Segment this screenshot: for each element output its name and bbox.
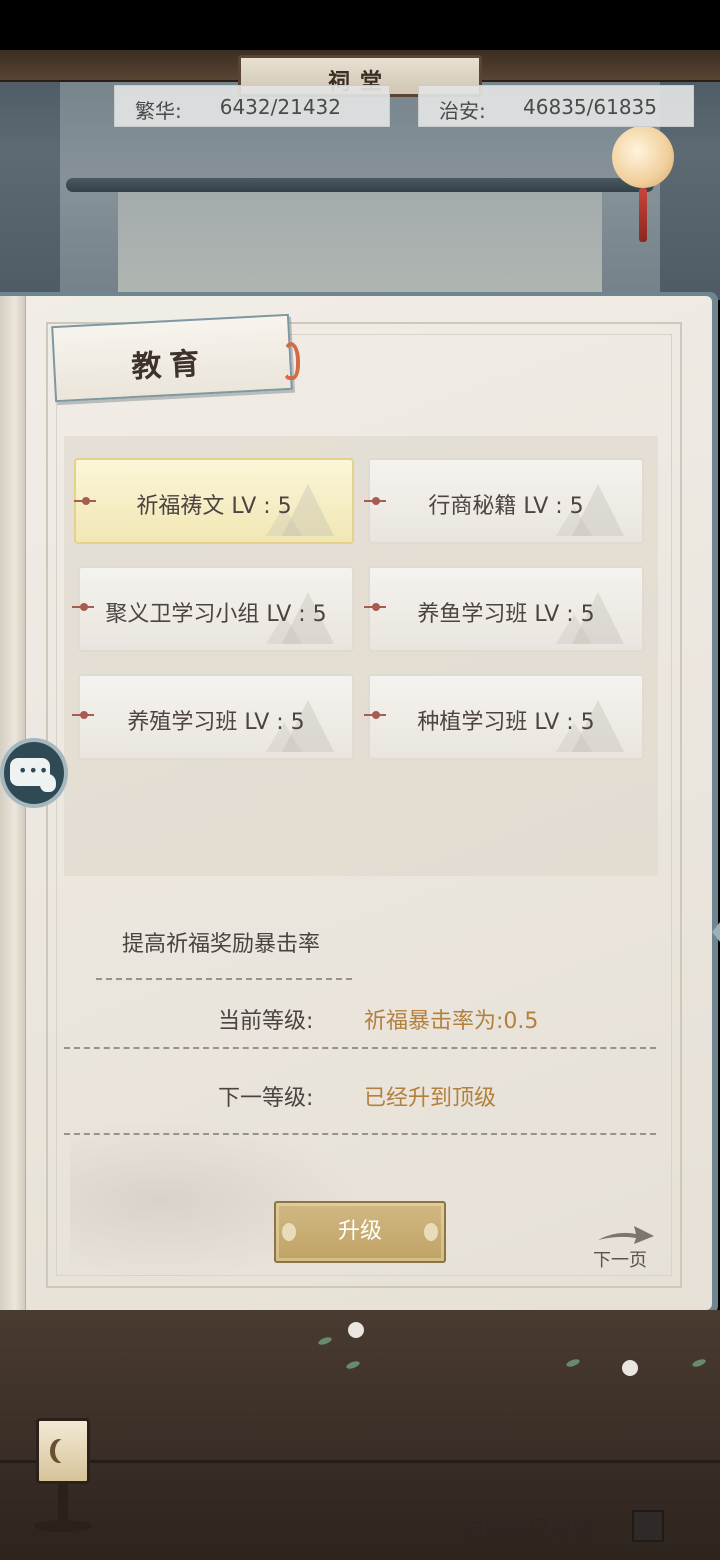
pin-icon: [72, 603, 94, 611]
skill-description: 提高祈福奖励暴击率: [122, 932, 321, 957]
lamp-base: [34, 1520, 92, 1532]
status-bar: [0, 0, 720, 50]
skill-card-label: 种植学习班 LV : 5: [417, 710, 595, 735]
ribbon-knot-icon: [282, 342, 300, 380]
current-level-label: 当前等级:: [218, 1009, 314, 1034]
skill-card-fish-farming[interactable]: 养鱼学习班 LV : 5: [368, 566, 644, 652]
skill-card-label: 聚义卫学习小组 LV : 5: [105, 602, 327, 627]
pin-icon: [364, 711, 386, 719]
moon-icon: [55, 1439, 73, 1463]
divider: [96, 978, 352, 980]
security-label: 治安:: [439, 99, 486, 123]
floor: [0, 1310, 720, 1560]
skill-card-prayer[interactable]: 祈福祷文 LV : 5: [74, 458, 354, 544]
flower-decoration: [348, 1322, 364, 1338]
prosperity-value: 6432/21432: [219, 95, 341, 119]
lantern-icon: [612, 126, 674, 188]
prosperity-label: 繁华:: [135, 99, 182, 123]
skill-card-trade[interactable]: 行商秘籍 LV : 5: [368, 458, 644, 544]
skill-card-label: 行商秘籍 LV : 5: [428, 494, 584, 519]
pin-icon: [364, 497, 386, 505]
skill-card-livestock[interactable]: 养殖学习班 LV : 5: [78, 674, 354, 760]
auto-accept-checkbox[interactable]: [632, 1510, 664, 1542]
pin-icon: [72, 711, 94, 719]
next-level-label: 下一等级:: [218, 1086, 314, 1111]
tab-title-label: 教育: [130, 346, 209, 386]
current-level-value: 祈福暴击率为:0.5: [364, 1009, 539, 1034]
lantern-tassel: [639, 188, 647, 242]
chat-drop-icon: [40, 774, 56, 792]
skill-card-label: 养鱼学习班 LV : 5: [417, 602, 595, 627]
auto-accept-label: 自动接受申请: [462, 1518, 595, 1543]
skill-card-label: 祈福祷文 LV : 5: [136, 494, 292, 519]
scroll-rod: [66, 178, 654, 192]
next-page-label: 下一页: [593, 1250, 647, 1271]
divider: [64, 1133, 656, 1135]
next-page-button[interactable]: 下一页: [590, 1220, 660, 1271]
chat-button[interactable]: •••: [0, 738, 68, 808]
security-stat: 治安: 46835/61835: [418, 85, 694, 127]
game-screen: 祠堂 繁华: 6432/21432 治安: 46835/61835 教育 祈福祷…: [0, 0, 720, 1560]
lamp-stand: [58, 1484, 68, 1524]
next-level-value: 已经升到顶级: [364, 1086, 497, 1111]
pin-icon: [364, 603, 386, 611]
lamp-icon: [36, 1418, 90, 1484]
upgrade-button[interactable]: 升级: [274, 1201, 446, 1263]
prosperity-stat: 繁华: 6432/21432: [114, 85, 390, 127]
skill-card-planting[interactable]: 种植学习班 LV : 5: [368, 674, 644, 760]
tab-education[interactable]: 教育: [51, 313, 293, 403]
skill-card-guard-study[interactable]: 聚义卫学习小组 LV : 5: [78, 566, 354, 652]
scroll-painting: [118, 180, 602, 300]
divider: [64, 1047, 656, 1049]
floor-seam: [0, 1460, 720, 1463]
skill-card-label: 养殖学习班 LV : 5: [127, 710, 305, 735]
page-edge-arrow-icon: [712, 922, 720, 942]
security-value: 46835/61835: [523, 95, 657, 119]
flower-decoration: [622, 1360, 638, 1376]
arrow-right-icon: [598, 1226, 654, 1244]
pin-icon: [74, 497, 96, 505]
